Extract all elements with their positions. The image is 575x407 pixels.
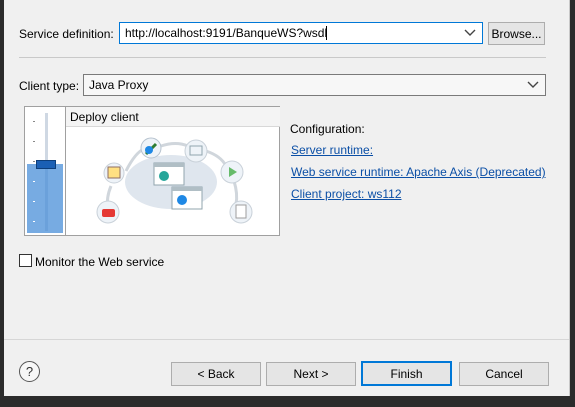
server-runtime-link[interactable]: Server runtime: bbox=[291, 143, 373, 157]
monitor-label: Monitor the Web service bbox=[35, 255, 165, 269]
chevron-down-icon[interactable] bbox=[464, 28, 476, 38]
configuration-heading: Configuration: bbox=[290, 122, 365, 136]
slider-tick bbox=[33, 201, 35, 202]
deploy-level-label: Deploy client bbox=[70, 110, 139, 124]
service-definition-label: Service definition: bbox=[19, 27, 114, 41]
deploy-level-slider[interactable] bbox=[24, 106, 66, 236]
cancel-button-label: Cancel bbox=[485, 367, 523, 381]
slider-tick bbox=[33, 181, 35, 182]
chevron-down-icon[interactable] bbox=[527, 80, 539, 90]
next-button[interactable]: Next > bbox=[266, 362, 356, 386]
client-project-link[interactable]: Client project: ws112 bbox=[291, 187, 402, 201]
client-type-value: Java Proxy bbox=[89, 78, 149, 92]
browse-button-label: Browse... bbox=[491, 26, 542, 41]
slider-tick bbox=[33, 161, 35, 162]
separator bbox=[4, 339, 569, 340]
deploy-diagram-icon bbox=[96, 137, 253, 224]
separator bbox=[19, 57, 546, 58]
browse-button[interactable]: Browse... bbox=[488, 22, 545, 45]
deploy-illustration: Deploy client bbox=[66, 106, 280, 236]
service-definition-input[interactable]: http://localhost:9191/BanqueWS?wsdl bbox=[119, 22, 483, 44]
next-button-label: Next > bbox=[293, 367, 329, 381]
client-type-select[interactable]: Java Proxy bbox=[83, 74, 546, 96]
help-icon: ? bbox=[25, 364, 34, 379]
slider-tick bbox=[33, 221, 35, 222]
monitor-checkbox[interactable] bbox=[19, 254, 32, 267]
back-button[interactable]: < Back bbox=[171, 362, 261, 386]
web-service-runtime-link[interactable]: Web service runtime: Apache Axis (Deprec… bbox=[291, 165, 546, 179]
cancel-button[interactable]: Cancel bbox=[459, 362, 549, 386]
slider-tick bbox=[33, 141, 35, 142]
slider-fill bbox=[27, 164, 63, 233]
slider-tick bbox=[33, 121, 35, 122]
text-cursor bbox=[326, 26, 327, 40]
finish-button-label: Finish bbox=[390, 366, 423, 381]
help-button[interactable]: ? bbox=[19, 361, 40, 382]
slider-thumb[interactable] bbox=[36, 160, 56, 169]
back-button-label: < Back bbox=[197, 367, 235, 381]
service-definition-value: http://localhost:9191/BanqueWS?wsdl bbox=[125, 26, 328, 40]
wizard-dialog: Service definition: http://localhost:919… bbox=[4, 0, 570, 396]
finish-button[interactable]: Finish bbox=[361, 361, 452, 386]
client-type-label: Client type: bbox=[19, 79, 80, 93]
